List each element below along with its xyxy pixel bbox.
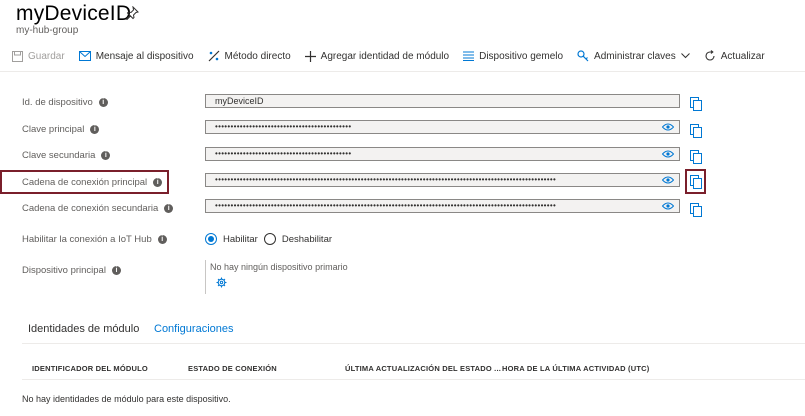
command-bar: Guardar Mensaje al dispositivo Método di… (12, 46, 779, 66)
primary-conn-value: ••••••••••••••••••••••••••••••••••••••••… (215, 175, 557, 184)
column-header-connection-state[interactable]: ESTADO DE CONEXIÓN (188, 364, 277, 373)
tab-divider (22, 343, 805, 344)
enable-label: Habilitar (223, 233, 258, 245)
column-header-last-state-update[interactable]: ÚLTIMA ACTUALIZACIÓN DEL ESTADO ... (345, 364, 501, 373)
iot-hub-radio-group: Habilitar Deshabilitar (205, 233, 338, 245)
disable-label: Deshabilitar (281, 233, 333, 245)
table-header-divider (22, 379, 805, 380)
save-label: Guardar (28, 50, 65, 62)
disable-radio[interactable]: Deshabilitar (263, 233, 333, 245)
secondary-key-label: Clave secundaria i (22, 150, 111, 161)
tab-configurations[interactable]: Configuraciones (154, 323, 234, 335)
parent-device-bar (205, 260, 206, 294)
plus-icon (304, 50, 316, 62)
message-to-device-button[interactable]: Mensaje al dispositivo (78, 50, 194, 62)
manage-keys-button[interactable]: Administrar claves (577, 50, 690, 62)
refresh-icon (705, 50, 715, 61)
info-icon[interactable]: i (164, 204, 174, 213)
tab-module-identities[interactable]: Identidades de módulo (28, 323, 139, 335)
list-icon (463, 51, 475, 61)
info-icon[interactable]: i (98, 98, 108, 107)
toolbar-divider (0, 71, 805, 72)
device-id-label-text: Id. de dispositivo (22, 97, 93, 108)
radio-unselected-icon (263, 233, 276, 245)
device-id-label: Id. de dispositivo i (22, 97, 108, 108)
copy-primary-connection-string-icon[interactable] (690, 175, 702, 189)
primary-key-value: ••••••••••••••••••••••••••••••••••••••••… (215, 122, 352, 131)
device-twin-button[interactable]: Dispositivo gemelo (463, 51, 563, 62)
add-module-identity-button[interactable]: Agregar identidad de módulo (304, 50, 450, 62)
pin-icon[interactable] (125, 6, 139, 20)
primary-connection-string-field[interactable]: ••••••••••••••••••••••••••••••••••••••••… (205, 173, 680, 187)
enable-radio[interactable]: Habilitar (205, 233, 258, 245)
key-icon (577, 50, 589, 62)
empty-table-message: No hay identidades de módulo para este d… (22, 394, 231, 404)
info-icon[interactable]: i (101, 151, 111, 160)
refresh-label: Actualizar (720, 50, 765, 62)
info-icon[interactable]: i (153, 178, 163, 187)
device-twin-label: Dispositivo gemelo (479, 50, 564, 62)
iot-hub-connection-label: Habilitar la conexión a IoT Hub i (22, 234, 167, 245)
secondary-key-label-text: Clave secundaria (22, 150, 96, 161)
add-module-label: Agregar identidad de módulo (320, 50, 450, 62)
copy-primary-key-icon[interactable] (690, 124, 702, 138)
parent-device-label: Dispositivo principal i (22, 265, 121, 276)
eye-icon[interactable] (662, 123, 674, 131)
info-icon[interactable]: i (90, 125, 100, 134)
column-header-last-activity[interactable]: HORA DE LA ÚLTIMA ACTIVIDAD (UTC) (502, 364, 649, 373)
secondary-key-value: ••••••••••••••••••••••••••••••••••••••••… (215, 149, 352, 158)
secondary-conn-value: ••••••••••••••••••••••••••••••••••••••••… (215, 201, 557, 210)
column-header-module-id[interactable]: IDENTIFICADOR DEL MÓDULO (32, 364, 148, 373)
primary-key-field[interactable]: ••••••••••••••••••••••••••••••••••••••••… (205, 120, 680, 134)
copy-device-id-icon[interactable] (690, 97, 702, 111)
mail-icon (78, 51, 91, 61)
chevron-down-icon (680, 53, 690, 59)
manage-keys-label: Administrar claves (594, 50, 676, 62)
primary-key-label: Clave principal i (22, 124, 100, 135)
eye-icon[interactable] (662, 176, 674, 184)
secondary-connection-string-field[interactable]: ••••••••••••••••••••••••••••••••••••••••… (205, 199, 680, 213)
radio-selected-icon (205, 233, 217, 245)
secondary-connection-string-label: Cadena de conexión secundaria i (22, 203, 174, 214)
secondary-key-field[interactable]: ••••••••••••••••••••••••••••••••••••••••… (205, 147, 680, 161)
primary-conn-label-text: Cadena de conexión principal (22, 177, 148, 188)
save-icon (12, 50, 23, 62)
direct-method-button[interactable]: Método directo (208, 50, 291, 62)
info-icon[interactable]: i (111, 266, 121, 275)
message-label: Mensaje al dispositivo (95, 50, 194, 62)
parent-device-label-text: Dispositivo principal (22, 265, 106, 276)
copy-secondary-key-icon[interactable] (690, 150, 702, 164)
info-icon[interactable]: i (157, 235, 167, 244)
direct-method-label: Método directo (224, 50, 291, 62)
device-id-field[interactable]: myDeviceID (205, 94, 680, 108)
direct-method-icon (208, 50, 219, 62)
copy-secondary-connection-string-icon[interactable] (690, 203, 702, 217)
iot-hub-label-text: Habilitar la conexión a IoT Hub (22, 234, 152, 245)
primary-connection-string-label: Cadena de conexión principal i (22, 177, 163, 188)
gear-icon[interactable] (216, 277, 227, 288)
refresh-button[interactable]: Actualizar (704, 50, 765, 62)
secondary-conn-label-text: Cadena de conexión secundaria (22, 203, 159, 214)
eye-icon[interactable] (662, 202, 674, 210)
parent-device-value: No hay ningún dispositivo primario (210, 262, 348, 272)
save-button[interactable]: Guardar (12, 50, 65, 62)
eye-icon[interactable] (662, 150, 674, 158)
primary-key-label-text: Clave principal (22, 124, 85, 135)
page-title: myDeviceID (16, 2, 132, 25)
page-subtitle: my-hub-group (16, 25, 79, 36)
